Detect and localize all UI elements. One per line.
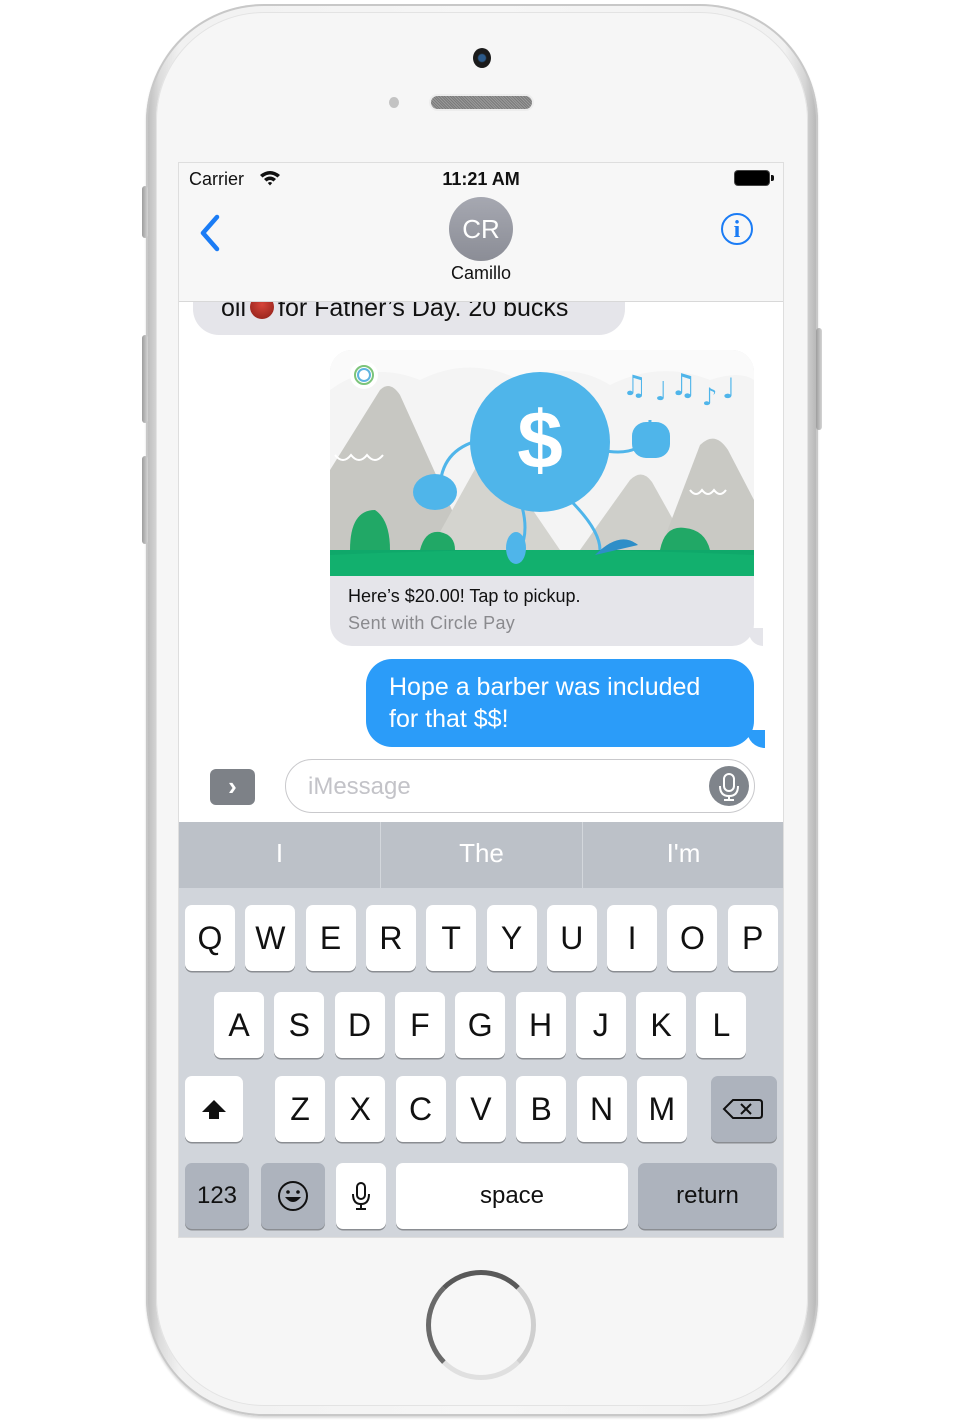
- keyboard: I The I'm QWERTYUIOP ASDFGHJKL ZXCVBNM 1…: [179, 822, 783, 1237]
- key-k[interactable]: K: [636, 992, 687, 1058]
- key-j[interactable]: J: [575, 992, 626, 1058]
- svg-text:$: $: [517, 395, 563, 486]
- key-o[interactable]: O: [667, 905, 718, 971]
- delete-key[interactable]: [711, 1076, 777, 1142]
- key-h[interactable]: H: [515, 992, 566, 1058]
- svg-text:♩: ♩: [722, 372, 735, 405]
- payment-illustration: $ ♫ ♩ ♫ ♪ ♩: [330, 350, 754, 576]
- outgoing-message-bubble[interactable]: Hope a barber was included for that $$!: [366, 659, 754, 747]
- shift-arrow-icon: [202, 1100, 226, 1119]
- key-i[interactable]: I: [607, 905, 658, 971]
- key-v[interactable]: V: [455, 1076, 506, 1142]
- key-m[interactable]: M: [636, 1076, 687, 1142]
- key-f[interactable]: F: [394, 992, 445, 1058]
- expand-apps-button[interactable]: ›: [210, 769, 255, 805]
- key-x[interactable]: X: [335, 1076, 386, 1142]
- key-g[interactable]: G: [455, 992, 506, 1058]
- suggestion-1[interactable]: I: [179, 822, 380, 888]
- battery-tip: [771, 175, 774, 181]
- backspace-icon: [722, 1099, 763, 1119]
- return-key[interactable]: return: [638, 1163, 777, 1229]
- bubble-tail: [749, 628, 763, 646]
- key-y[interactable]: Y: [486, 905, 537, 971]
- microphone-icon: [719, 773, 739, 801]
- numbers-key[interactable]: 123: [185, 1163, 249, 1229]
- front-camera: [473, 48, 491, 68]
- dictation-button[interactable]: [709, 766, 749, 806]
- svg-text:♫: ♫: [622, 369, 647, 402]
- key-s[interactable]: S: [274, 992, 325, 1058]
- key-d[interactable]: D: [334, 992, 385, 1058]
- ogre-emoji-icon: [250, 302, 275, 319]
- key-b[interactable]: B: [516, 1076, 567, 1142]
- key-z[interactable]: Z: [275, 1076, 325, 1142]
- key-t[interactable]: T: [426, 905, 477, 971]
- status-time: 11:21 AM: [442, 169, 520, 189]
- payment-card[interactable]: $ ♫ ♩ ♫ ♪ ♩ Here’s $20.00! Tap to pickup…: [330, 350, 754, 646]
- imessage-input-container: [285, 759, 755, 813]
- microphone-icon: [352, 1182, 370, 1210]
- compose-bar: ›: [179, 759, 783, 822]
- key-p[interactable]: P: [727, 905, 778, 971]
- key-e[interactable]: E: [305, 905, 356, 971]
- key-q[interactable]: Q: [185, 905, 235, 971]
- contact-avatar[interactable]: CR: [449, 197, 513, 261]
- outgoing-message-text: Hope a barber was included for that $$!: [389, 673, 701, 733]
- emoji-key[interactable]: [261, 1163, 325, 1229]
- svg-text:♪: ♪: [702, 383, 717, 411]
- volume-up-button: [142, 335, 148, 423]
- suggestion-2[interactable]: The: [381, 822, 582, 888]
- power-button: [816, 328, 822, 430]
- key-r[interactable]: R: [365, 905, 416, 971]
- space-key[interactable]: space: [396, 1163, 628, 1229]
- svg-text:♫: ♫: [670, 368, 697, 403]
- payment-card-subtitle: Sent with Circle Pay: [348, 613, 516, 633]
- dictation-key[interactable]: [336, 1163, 386, 1229]
- volume-down-button: [142, 456, 148, 544]
- key-c[interactable]: C: [395, 1076, 446, 1142]
- key-w[interactable]: W: [245, 905, 296, 971]
- proximity-sensor: [389, 97, 399, 108]
- key-a[interactable]: A: [214, 992, 264, 1058]
- conversation-header: Carrier 11:21 AM CR Camillo i: [179, 163, 783, 302]
- mute-switch: [142, 186, 148, 238]
- screen: oil for Father’s Day. 20 bucks $ ♫ ♩ ♫ ♪…: [179, 163, 783, 1237]
- shift-key[interactable]: [185, 1076, 243, 1142]
- smiley-icon: [278, 1181, 308, 1211]
- key-n[interactable]: N: [576, 1076, 627, 1142]
- payment-card-title: Here’s $20.00! Tap to pickup.: [348, 586, 581, 606]
- message-thread[interactable]: oil for Father’s Day. 20 bucks $ ♫ ♩ ♫ ♪…: [179, 302, 783, 759]
- svg-text:♩: ♩: [655, 377, 667, 407]
- contact-name[interactable]: Camillo: [179, 263, 783, 284]
- info-icon[interactable]: i: [721, 213, 753, 245]
- bubble-tail: [747, 730, 765, 748]
- status-bar: Carrier 11:21 AM: [179, 163, 783, 193]
- key-l[interactable]: L: [696, 992, 747, 1058]
- earpiece-speaker: [431, 96, 532, 109]
- home-button[interactable]: [426, 1270, 536, 1380]
- suggestion-3[interactable]: I'm: [583, 822, 783, 888]
- incoming-message-text: oil for Father’s Day. 20 bucks: [221, 302, 568, 323]
- chevron-left-icon[interactable]: [195, 211, 225, 255]
- key-u[interactable]: U: [546, 905, 597, 971]
- battery-icon: [735, 171, 769, 185]
- imessage-input[interactable]: [306, 771, 690, 803]
- quicktype-bar: I The I'm: [179, 822, 783, 888]
